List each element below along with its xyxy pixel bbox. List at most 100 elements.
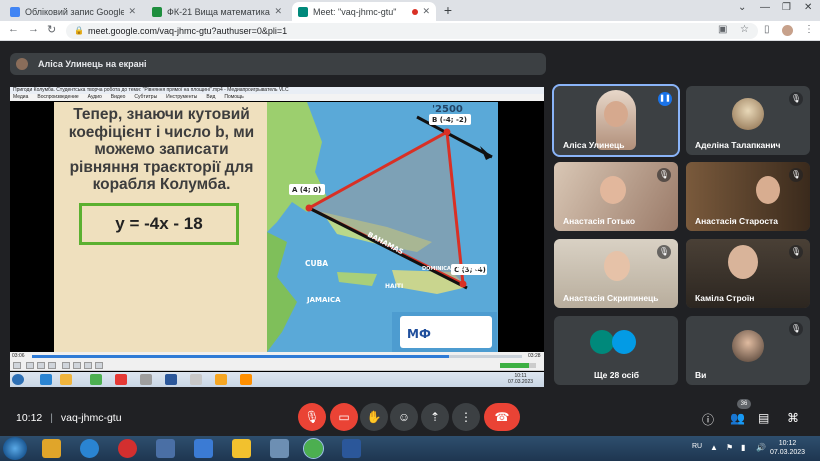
participant-name: Анастасія Скрипинець (563, 293, 659, 303)
camera-icon[interactable]: ▣ (718, 24, 727, 35)
close-tab-icon[interactable]: ✕ (128, 6, 136, 17)
network-icon[interactable]: ▮ (741, 443, 745, 452)
close-tab-icon[interactable]: ✕ (422, 6, 430, 17)
vlc-menu-item[interactable]: Воспроизведение (37, 94, 78, 101)
profile-avatar-icon[interactable] (782, 25, 793, 36)
present-icon: ⇡ (429, 410, 441, 424)
address-bar[interactable]: 🔒 meet.google.com/vaq-jhmc-gtu?authuser=… (66, 23, 758, 39)
more-dots-icon: ⋮ (460, 410, 472, 424)
new-tab-button[interactable]: + (440, 3, 456, 19)
file-explorer-icon[interactable] (42, 439, 61, 458)
inner-clock-date: 07.03.2023 (508, 379, 534, 385)
leave-call-button[interactable]: ☎ (484, 403, 520, 431)
participant-name: Аліса Улинець (563, 140, 625, 150)
reload-icon[interactable]: ↻ (47, 23, 56, 36)
microphone-toggle-button[interactable]: 🎙 (298, 403, 326, 431)
reactions-button[interactable]: ☺ (390, 403, 418, 431)
map-label-dominican: DOMINICAN REPUBLIC (422, 266, 485, 272)
participant-tile[interactable]: 🎙 Анастасія Староста (686, 162, 810, 231)
keyboard-language[interactable]: RU (692, 443, 702, 450)
fullscreen-button[interactable] (62, 362, 70, 369)
meeting-code: vaq-jhmc-gtu (60, 412, 122, 424)
participant-tile[interactable]: 🎙 Анастасія Скрипинець (554, 239, 678, 308)
opera-icon[interactable] (118, 439, 137, 458)
vlc-menu-item[interactable]: Инструменты (166, 94, 197, 101)
ie-icon (40, 374, 52, 385)
video-slide: Тепер, знаючи кутовий коефіцієнт і число… (54, 102, 498, 352)
tab-search-icon[interactable]: ⌄ (738, 2, 746, 13)
tab-meet[interactable]: Meet: "vaq-jhmc-gtu" ✕ (292, 2, 436, 21)
slide-text: Тепер, знаючи кутовий коефіцієнт і число… (68, 106, 255, 193)
activities-icon[interactable]: ⌘ (787, 411, 799, 425)
vlc-menu-item[interactable]: Видео (111, 94, 126, 101)
emoji-icon: ☺ (397, 410, 411, 424)
chat-icon[interactable]: ▤ (758, 411, 769, 425)
meet-favicon-icon (298, 6, 308, 17)
close-tab-icon[interactable]: ✕ (274, 6, 282, 17)
stop-button[interactable] (37, 362, 45, 369)
next-button[interactable] (48, 362, 56, 369)
forward-arrow-icon[interactable]: → (28, 23, 39, 35)
app-icon[interactable] (270, 439, 289, 458)
app-icon[interactable] (232, 439, 251, 458)
playlist-button[interactable] (73, 362, 81, 369)
tab-classroom[interactable]: ФК-21 Вища математика ✕ (146, 2, 288, 21)
tray-arrow-icon[interactable]: ▲ (710, 443, 718, 452)
vlc-menu-item[interactable]: Аудио (88, 94, 102, 101)
self-tile[interactable]: 🎙 Ви (686, 316, 810, 385)
mic-off-icon: 🎙 (304, 410, 320, 424)
volume-slider[interactable] (500, 363, 536, 368)
mic-off-icon: 🎙 (657, 245, 671, 259)
close-window-icon[interactable]: ✕ (804, 2, 812, 13)
classroom-favicon-icon (152, 6, 162, 17)
participant-tile[interactable]: ❚❚ Аліса Улинець (552, 84, 680, 157)
menu-dots-icon[interactable]: ⋮ (804, 24, 814, 35)
url-text: meet.google.com/vaq-jhmc-gtu?authuser=0&… (88, 26, 288, 36)
pause-button[interactable] (13, 362, 21, 369)
camera-off-icon: ▭ (338, 410, 350, 424)
start-button[interactable] (3, 437, 27, 460)
presenter-label: Аліса Улинець на екрані (38, 59, 147, 69)
participant-tile[interactable]: 🎙 Анастасія Готько (554, 162, 678, 231)
vlc-menu-item[interactable]: Медиа (13, 94, 28, 101)
camera-toggle-button[interactable]: ▭ (330, 403, 358, 431)
loop-button[interactable] (84, 362, 92, 369)
info-icon[interactable]: ⓘ (702, 411, 714, 428)
vlc-seek-bar[interactable]: 03:06 03:28 (10, 352, 544, 360)
ie-icon[interactable] (80, 439, 99, 458)
previous-button[interactable] (26, 362, 34, 369)
volume-icon[interactable]: 🔊 (756, 443, 766, 452)
people-icon[interactable]: 👥 (730, 411, 745, 425)
maximize-icon[interactable]: ❐ (782, 2, 791, 13)
more-options-button[interactable]: ⋮ (452, 403, 480, 431)
present-screen-button[interactable]: ⇡ (421, 403, 449, 431)
vlc-menu-item[interactable]: Помощь (224, 94, 243, 101)
flag-icon[interactable]: ⚑ (726, 443, 733, 452)
self-avatar (732, 330, 764, 362)
tab-google-account[interactable]: Обліковий запис Google ✕ (4, 2, 142, 21)
more-participants-tile[interactable]: Ще 28 осіб (554, 316, 678, 385)
point-b-mark (443, 128, 451, 136)
clock-date: 07.03.2023 (770, 449, 806, 456)
shuffle-button[interactable] (95, 362, 103, 369)
meeting-time: 10:12 (16, 412, 43, 424)
participant-avatar (732, 98, 764, 130)
app-icon[interactable] (194, 439, 213, 458)
vlc-title-bar: Пригоди Колумба. Студентська творча робо… (10, 87, 544, 94)
vlc-menu-item[interactable]: Вид (206, 94, 215, 101)
sidebar-icon[interactable]: ▯ (764, 24, 770, 35)
word-icon[interactable] (342, 439, 361, 458)
participant-tile[interactable]: 🎙 Аделіна Талапканич (686, 86, 810, 155)
map-label-haiti: HAITI (385, 283, 403, 290)
app-icon[interactable] (156, 439, 175, 458)
raise-hand-button[interactable]: ✋ (360, 403, 388, 431)
star-icon[interactable]: ☆ (740, 24, 749, 35)
minimize-icon[interactable]: — (760, 2, 770, 13)
vlc-menu-item[interactable]: Субтитры (134, 94, 157, 101)
app-icon (215, 374, 227, 385)
chrome-icon[interactable] (303, 438, 324, 459)
system-clock[interactable]: 10:12 07.03.2023 (770, 439, 805, 457)
participant-tile[interactable]: 🎙 Каміла Строїн (686, 239, 810, 308)
back-arrow-icon[interactable]: ← (8, 23, 19, 35)
participant-face (728, 245, 758, 279)
